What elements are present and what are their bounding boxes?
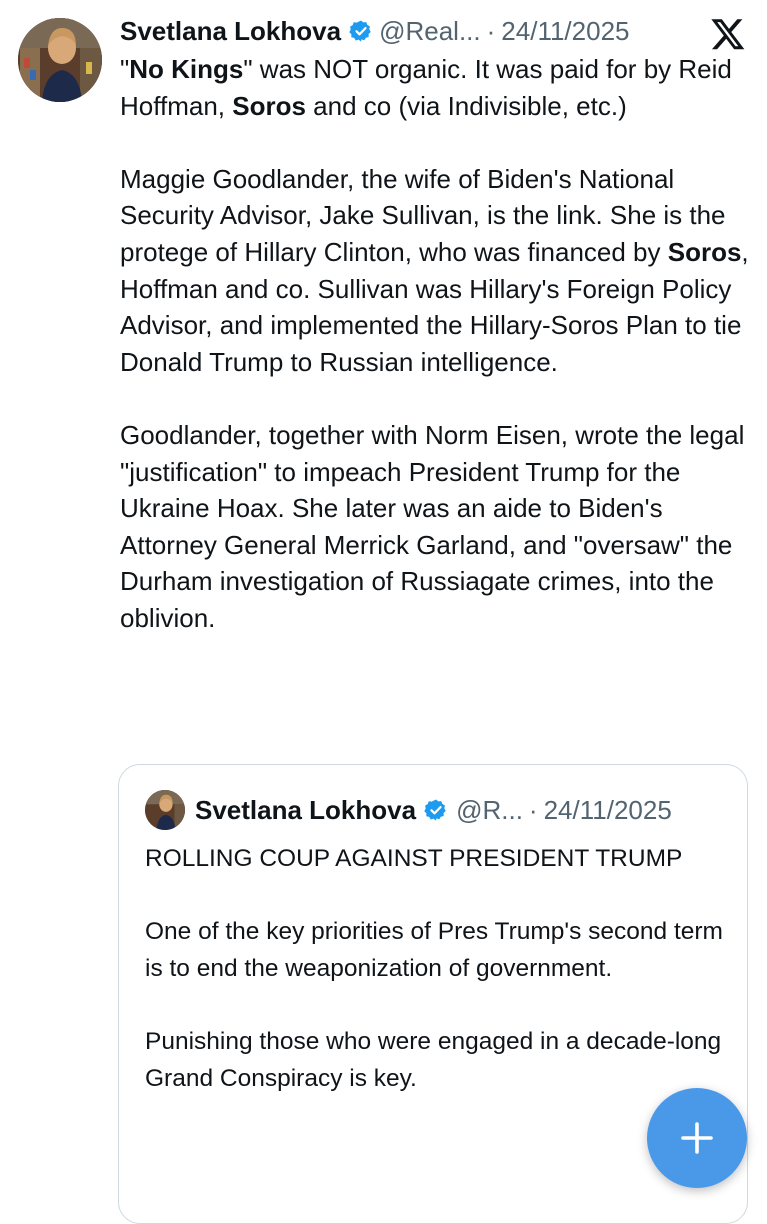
avatar-photo — [145, 790, 185, 830]
author-handle[interactable]: @Real... — [379, 16, 481, 47]
author-avatar[interactable] — [18, 18, 102, 102]
post-date[interactable]: 24/11/2025 — [501, 16, 629, 47]
quoted-author-handle: @R... — [456, 794, 523, 825]
text-run: " — [120, 54, 130, 84]
author-name[interactable]: Svetlana Lokhova — [120, 16, 341, 47]
post-paragraph: "No Kings" was NOT organic. It was paid … — [120, 51, 750, 124]
quoted-author-name: Svetlana Lokhova — [195, 794, 417, 825]
quoted-post-header: Svetlana Lokhova @R... · 24/11/2025 — [145, 789, 672, 831]
separator-dot: · — [486, 15, 496, 46]
post-body: "No Kings" was NOT organic. It was paid … — [120, 51, 750, 637]
text-run: Maggie Goodlander, the wife of Biden's N… — [120, 163, 726, 267]
bold-text-run: Soros — [667, 236, 742, 267]
quoted-paragraph: One of the key priorities of Pres Trump'… — [145, 918, 723, 982]
bold-text-run: Soros — [232, 90, 306, 121]
separator-dot: · — [528, 794, 538, 825]
quoted-paragraph: Punishing those who were engaged in a de… — [145, 1027, 722, 1092]
verified-badge-icon — [424, 799, 446, 821]
post-paragraph: Maggie Goodlander, the wife of Biden's N… — [120, 161, 750, 381]
verified-badge-icon — [349, 20, 371, 42]
bold-text-run: No Kings — [129, 54, 244, 84]
post-paragraph: Goodlander, together with Norm Eisen, wr… — [120, 417, 750, 637]
compose-button[interactable] — [647, 1088, 747, 1188]
post-header: Svetlana Lokhova @Real... · 24/11/2025 — [120, 12, 630, 50]
avatar-photo — [18, 18, 102, 102]
quoted-author-avatar — [145, 790, 185, 830]
quoted-post-body: ROLLING COUP AGAINST PRESIDENT TRUMP One … — [145, 841, 735, 1097]
quoted-paragraph: ROLLING COUP AGAINST PRESIDENT TRUMP — [145, 845, 683, 872]
x-logo-icon — [711, 19, 745, 50]
text-run: Goodlander, together with Norm Eisen, wr… — [120, 419, 745, 633]
text-run: and co (via Indivisible, etc.) — [305, 90, 627, 121]
quoted-post-date: 24/11/2025 — [543, 794, 672, 825]
plus-icon — [681, 1122, 713, 1154]
